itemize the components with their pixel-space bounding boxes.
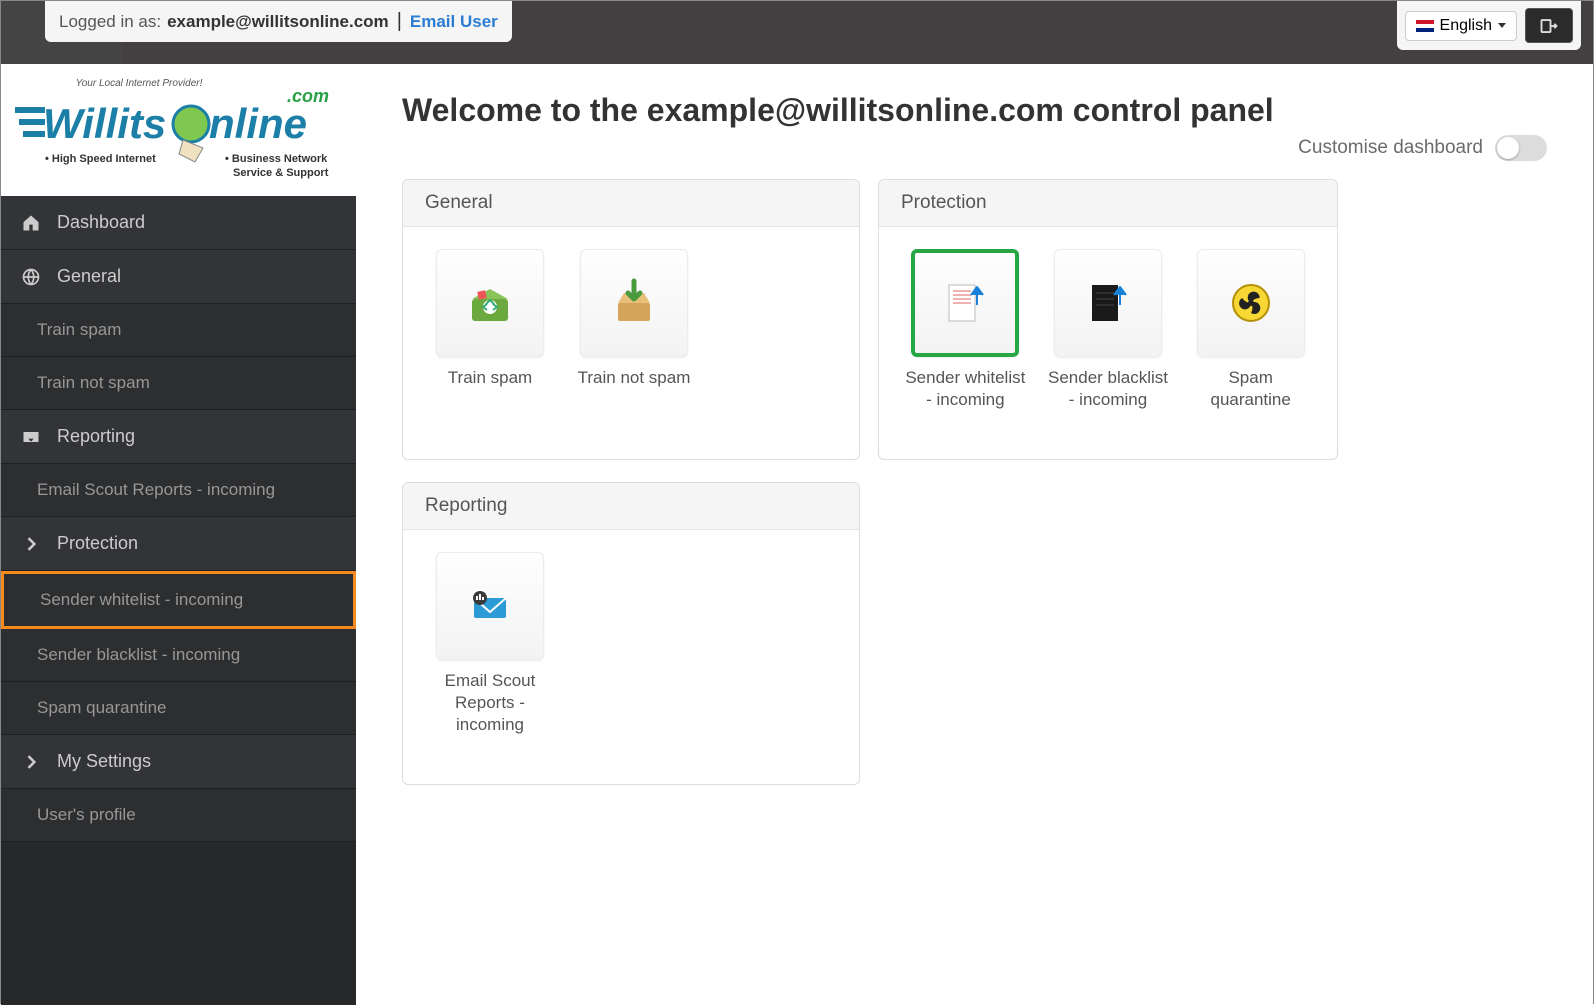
tile-label: Sender blacklist - incoming	[1046, 367, 1171, 411]
tile-train-not-spam[interactable]: Train not spam	[571, 249, 697, 389]
panel-body: Train spam Train not spam	[403, 227, 859, 437]
sidebar-item-dashboard[interactable]: Dashboard	[1, 196, 356, 250]
box-download-icon	[608, 277, 660, 329]
top-bar: Logged in as: example@willitsonline.com …	[123, 1, 1593, 64]
top-right-controls: English	[1397, 1, 1581, 50]
logo-box: Your Local Internet Provider! Willits nl…	[1, 64, 356, 196]
panel-body: Email Scout Reports - incoming	[403, 530, 859, 784]
sidebar-item-general[interactable]: General	[1, 250, 356, 304]
svg-text:nline: nline	[209, 100, 307, 147]
tile-train-spam[interactable]: Train spam	[427, 249, 553, 389]
panel-general: General	[402, 179, 860, 460]
sidebar-label: Protection	[57, 533, 138, 554]
svg-text:• High Speed Internet: • High Speed Internet	[45, 153, 156, 165]
brand-logo: Your Local Internet Provider! Willits nl…	[9, 70, 349, 190]
home-icon	[21, 213, 41, 233]
app-frame: Logged in as: example@willitsonline.com …	[0, 0, 1594, 1004]
doc-black-arrow-icon	[1082, 277, 1134, 329]
panel-body: Sender whitelist - incoming	[879, 227, 1337, 459]
tile-label: Train not spam	[571, 367, 697, 389]
svg-text:• Business Network: • Business Network	[225, 153, 328, 165]
panel-reporting: Reporting	[402, 482, 860, 785]
sidebar-item-reporting[interactable]: Reporting	[1, 410, 356, 464]
sidebar-label: Spam quarantine	[37, 698, 166, 718]
page-title: Welcome to the example@willitsonline.com…	[402, 92, 1547, 129]
doc-arrow-up-icon	[939, 277, 991, 329]
panel-title: Protection	[879, 180, 1337, 227]
tile-label: Email Scout Reports - incoming	[427, 670, 553, 736]
biohazard-icon	[1225, 277, 1277, 329]
logged-in-box: Logged in as: example@willitsonline.com …	[45, 1, 512, 42]
sidebar-label: General	[57, 266, 121, 287]
sidebar-item-spam-quarantine[interactable]: Spam quarantine	[1, 682, 356, 735]
email-user-link[interactable]: Email User	[410, 12, 498, 32]
panels-row-2: Reporting	[402, 482, 1547, 785]
chevron-right-icon	[21, 752, 41, 772]
current-user-email: example@willitsonline.com	[167, 12, 389, 32]
svg-text:.com: .com	[287, 86, 329, 106]
sidebar-label: My Settings	[57, 751, 151, 772]
sidebar-label: User's profile	[37, 805, 136, 825]
logout-button[interactable]	[1525, 8, 1573, 43]
sidebar-item-my-settings[interactable]: My Settings	[1, 735, 356, 789]
chevron-down-icon	[1498, 23, 1506, 28]
sidebar-label: Reporting	[57, 426, 135, 447]
sidebar-item-train-not-spam[interactable]: Train not spam	[1, 357, 356, 410]
panel-protection: Protection	[878, 179, 1338, 460]
tile-label: Spam quarantine	[1188, 367, 1313, 411]
sidebar-label: Train not spam	[37, 373, 150, 393]
main-area: Welcome to the example@willitsonline.com…	[356, 64, 1593, 1005]
tile-icon-box	[1054, 249, 1162, 357]
panel-title: General	[403, 180, 859, 227]
sidebar-label: Dashboard	[57, 212, 145, 233]
flag-icon	[1416, 20, 1434, 32]
tile-label: Train spam	[427, 367, 553, 389]
sidebar-item-train-spam[interactable]: Train spam	[1, 304, 356, 357]
panels-row-1: General	[402, 179, 1547, 460]
language-dropdown[interactable]: English	[1405, 11, 1517, 41]
customise-label: Customise dashboard	[1298, 137, 1483, 159]
sidebar-label: Email Scout Reports - incoming	[37, 480, 275, 500]
tile-icon-box	[1197, 249, 1305, 357]
sidebar-label: Sender whitelist - incoming	[40, 590, 243, 610]
body-row: Your Local Internet Provider! Willits nl…	[1, 64, 1593, 1005]
globe-icon	[21, 267, 41, 287]
sidebar: Your Local Internet Provider! Willits nl…	[1, 64, 356, 1005]
customise-row: Customise dashboard	[402, 135, 1547, 161]
tile-spam-quarantine[interactable]: Spam quarantine	[1188, 249, 1313, 411]
sidebar-label: Train spam	[37, 320, 121, 340]
inbox-icon	[21, 427, 41, 447]
svg-text:Willits: Willits	[43, 100, 166, 147]
sidebar-item-email-scout-reports[interactable]: Email Scout Reports - incoming	[1, 464, 356, 517]
logo-tagline: Your Local Internet Provider!	[75, 78, 202, 89]
trash-recycle-icon	[464, 277, 516, 329]
panel-title: Reporting	[403, 483, 859, 530]
sidebar-item-sender-whitelist[interactable]: Sender whitelist - incoming	[1, 571, 356, 629]
tile-sender-blacklist[interactable]: Sender blacklist - incoming	[1046, 249, 1171, 411]
sidebar-item-sender-blacklist[interactable]: Sender blacklist - incoming	[1, 629, 356, 682]
logged-in-prefix: Logged in as:	[59, 12, 161, 32]
tile-email-scout-reports[interactable]: Email Scout Reports - incoming	[427, 552, 553, 736]
divider: |	[397, 10, 402, 33]
tile-icon-box	[911, 249, 1019, 357]
sidebar-item-protection[interactable]: Protection	[1, 517, 356, 571]
customise-toggle[interactable]	[1495, 135, 1547, 161]
envelope-stats-icon	[464, 580, 516, 632]
tile-icon-box	[436, 552, 544, 660]
sidebar-item-users-profile[interactable]: User's profile	[1, 789, 356, 842]
tile-icon-box	[580, 249, 688, 357]
tile-label: Sender whitelist - incoming	[903, 367, 1028, 411]
sidebar-label: Sender blacklist - incoming	[37, 645, 240, 665]
language-label: English	[1440, 17, 1492, 35]
tile-icon-box	[436, 249, 544, 357]
logout-icon	[1538, 17, 1560, 35]
tile-sender-whitelist[interactable]: Sender whitelist - incoming	[903, 249, 1028, 411]
svg-text:Service & Support: Service & Support	[233, 167, 329, 179]
chevron-right-icon	[21, 534, 41, 554]
